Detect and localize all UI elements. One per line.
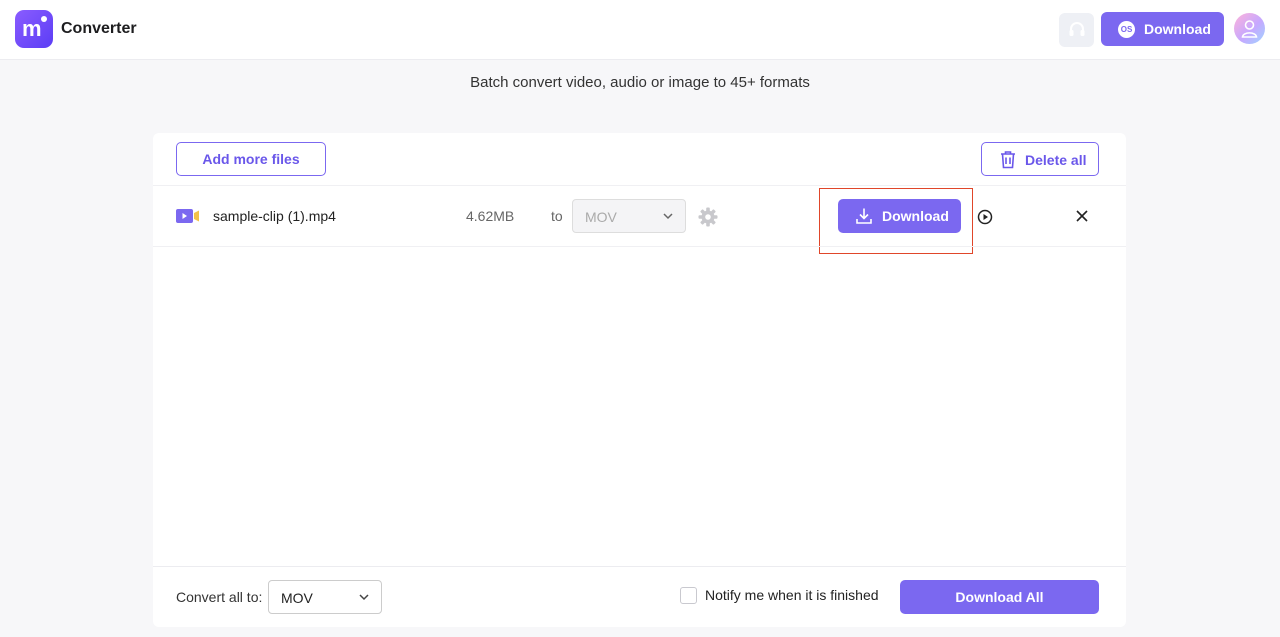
delete-all-button[interactable]: Delete all [981,142,1099,176]
os-icon: OS [1118,21,1135,38]
file-download-button[interactable]: Download [838,199,961,233]
logo-letter: m [22,16,42,41]
format-select-value: MOV [585,209,617,225]
notify-label: Notify me when it is finished [705,587,879,603]
file-name: sample-clip (1).mp4 [213,208,336,224]
add-more-files-button[interactable]: Add more files [176,142,326,176]
app-logo[interactable]: m [15,10,53,48]
chevron-down-icon [359,594,369,601]
download-icon [856,208,872,224]
close-icon[interactable] [1075,209,1089,223]
notify-checkbox[interactable] [680,587,697,604]
support-button[interactable] [1059,13,1094,47]
headset-icon [1069,22,1085,36]
file-download-label: Download [882,208,949,224]
app-title: Converter [61,20,137,37]
converter-panel: Add more files Delete all sample-clip (1… [153,133,1126,627]
convert-all-value: MOV [281,590,313,606]
top-bar: m Converter OS Download [0,0,1280,60]
convert-all-label: Convert all to: [176,589,263,605]
download-all-button[interactable]: Download All [900,580,1099,614]
video-file-icon [176,209,199,223]
file-row: sample-clip (1).mp4 4.62MB to MOV Downlo… [153,186,1126,254]
header-download-label: Download [1144,21,1211,37]
header-download-button[interactable]: OS Download [1101,12,1224,46]
play-circle-icon[interactable] [977,209,993,225]
trash-icon [1001,151,1015,169]
footer-bar: Convert all to: MOV Notify me when it is… [153,566,1126,627]
to-label: to [551,208,563,224]
user-icon [1241,20,1258,38]
page-subtitle: Batch convert video, audio or image to 4… [470,74,810,91]
logo-dot [41,16,47,22]
gear-icon[interactable] [698,207,718,227]
delete-all-label: Delete all [1025,152,1087,168]
convert-all-select[interactable]: MOV [268,580,382,614]
file-size: 4.62MB [466,208,515,224]
chevron-down-icon [663,213,673,220]
avatar[interactable] [1234,13,1265,44]
format-select[interactable]: MOV [572,199,686,233]
divider [153,246,1126,247]
